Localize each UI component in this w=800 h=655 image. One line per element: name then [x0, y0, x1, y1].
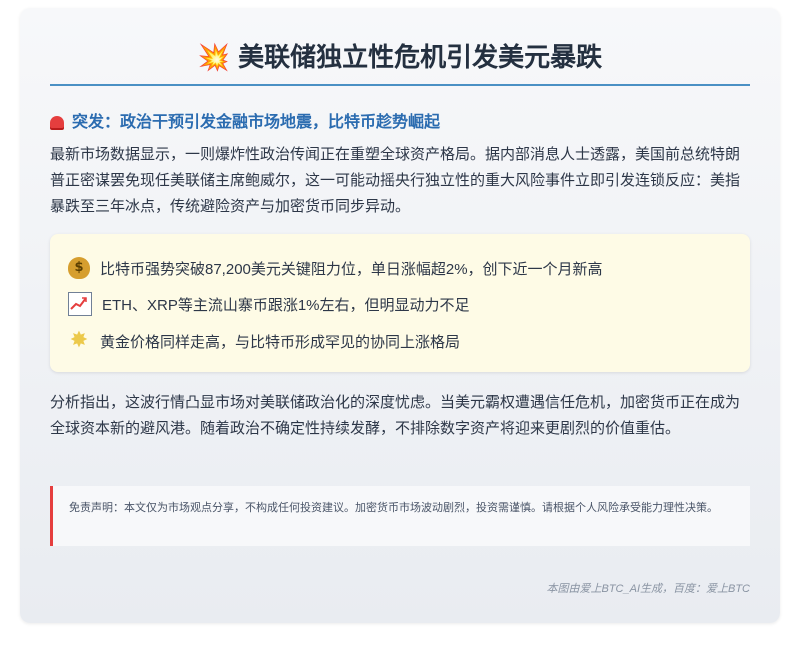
highlights-box: $ 比特币强势突破87,200美元关键阻力位，单日涨幅超2%，创下近一个月新高 …: [50, 234, 750, 372]
footer-credit: 本图由爱上BTC_AI生成，百度：爱上BTC: [546, 583, 750, 595]
analysis-paragraph: 分析指出，这波行情凸显市场对美联储政治化的深度忧虑。当美元霸权遭遇信任危机，加密…: [50, 394, 741, 437]
highlight-item: $ 比特币强势突破87,200美元关键阻力位，单日涨幅超2%，创下近一个月新高: [68, 254, 603, 282]
disclaimer-box: 免责声明：本文仅为市场观点分享，不构成任何投资建议。加密货币市场波动剧烈，投资需…: [50, 486, 750, 546]
breaking-subheading: 突发：政治干预引发金融市场地震，比特币趁势崛起: [50, 108, 750, 132]
subheading-text: 突发：政治干预引发金融市场地震，比特币趁势崛起: [72, 114, 441, 131]
page-title-text: 美联储独立性危机引发美元暴跌: [238, 42, 603, 72]
article-card: 💥 美联储独立性危机引发美元暴跌 突发：政治干预引发金融市场地震，比特币趁势崛起 …: [20, 8, 780, 623]
highlight-item: ETH、XRP等主流山寨币跟涨1%左右，但明显动力不足: [68, 290, 470, 318]
chart-up-icon: [68, 292, 92, 316]
highlight-item: ✸ 黄金价格同样走高，与比特币形成罕见的协同上涨格局: [68, 327, 460, 355]
disclaimer-text: 免责声明：本文仅为市场观点分享，不构成任何投资建议。加密货币市场波动剧烈，投资需…: [69, 502, 718, 514]
intro-paragraph: 最新市场数据显示，一则爆炸性政治传闻正在重塑全球资产格局。据内部消息人士透露，美…: [50, 146, 741, 215]
sparkle-icon: ✸: [69, 328, 89, 353]
title-divider: [50, 84, 750, 86]
siren-icon: [50, 116, 64, 128]
highlight-text: ETH、XRP等主流山寨币跟涨1%左右，但明显动力不足: [102, 296, 470, 314]
money-bag-icon: $: [68, 257, 90, 279]
collision-icon: 💥: [197, 43, 231, 73]
highlight-text: 黄金价格同样走高，与比特币形成罕见的协同上涨格局: [100, 333, 461, 351]
highlight-text: 比特币强势突破87,200美元关键阻力位，单日涨幅超2%，创下近一个月新高: [100, 260, 603, 278]
page-title: 💥 美联储独立性危机引发美元暴跌: [50, 38, 750, 77]
